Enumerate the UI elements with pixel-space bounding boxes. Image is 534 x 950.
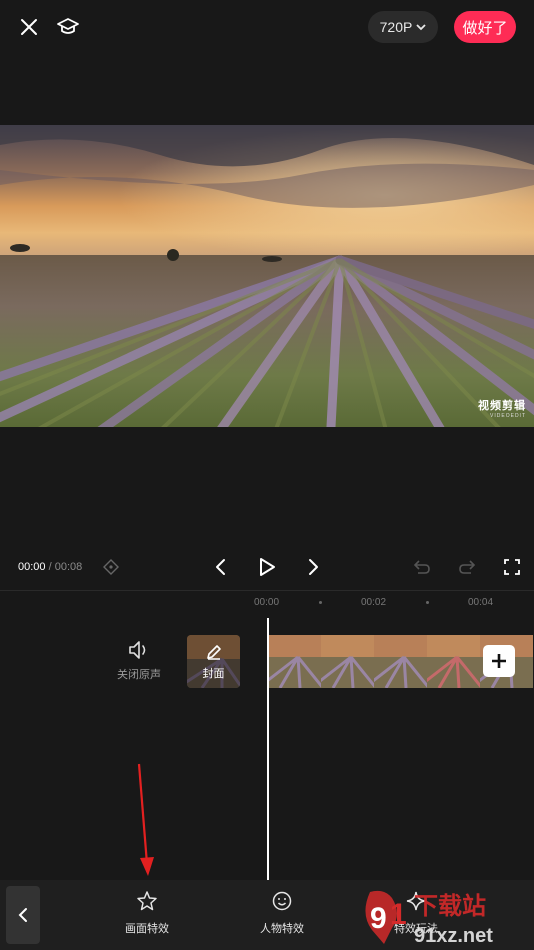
current-time: 00:00 bbox=[18, 561, 46, 573]
playhead[interactable] bbox=[267, 618, 269, 880]
timeline-ruler[interactable]: 00:00 00:02 00:04 bbox=[0, 594, 534, 612]
tool-label: 画面特效 bbox=[125, 922, 169, 935]
cover-button[interactable]: 封面 bbox=[187, 635, 240, 688]
top-bar: 720P 做好了 bbox=[0, 0, 534, 54]
cover-label: 封面 bbox=[202, 666, 225, 680]
undo-icon[interactable] bbox=[410, 555, 434, 579]
ruler-dot bbox=[319, 601, 322, 604]
close-icon[interactable] bbox=[14, 12, 44, 42]
play-icon[interactable] bbox=[254, 555, 280, 579]
site-watermark-bottom: 91xz.net bbox=[414, 925, 493, 947]
graduation-cap-icon[interactable] bbox=[52, 12, 84, 42]
annotation-arrow bbox=[137, 763, 154, 876]
site-watermark: 9 1 下载站 91xz.net bbox=[362, 884, 534, 950]
ruler-dot bbox=[426, 601, 429, 604]
done-button[interactable]: 做好了 bbox=[454, 11, 516, 43]
time-separator: / bbox=[45, 561, 55, 573]
svg-text:1: 1 bbox=[390, 898, 407, 931]
site-watermark-logo: 9 1 下载站 91xz.net bbox=[365, 890, 493, 947]
chevron-down-icon bbox=[416, 23, 426, 30]
video-watermark: 视频剪辑 VIDEOEDIT bbox=[478, 397, 526, 419]
tool-label: 人物特效 bbox=[260, 922, 304, 935]
clip-frame bbox=[427, 635, 480, 688]
preview-image bbox=[0, 125, 534, 427]
prev-frame-icon[interactable] bbox=[208, 555, 232, 579]
clip-frame bbox=[374, 635, 427, 688]
divider bbox=[0, 590, 534, 591]
tool-scene-effects[interactable]: 画面特效 bbox=[107, 890, 187, 936]
video-preview[interactable]: 视频剪辑 VIDEOEDIT bbox=[0, 125, 534, 427]
clip-frame bbox=[321, 635, 374, 688]
clip-frame bbox=[268, 635, 321, 688]
chevron-left-icon bbox=[18, 908, 27, 922]
playback-controls: 00:00 / 00:08 bbox=[0, 552, 534, 582]
time-readout: 00:00 / 00:08 bbox=[18, 561, 82, 573]
watermark-main-text: 视频剪辑 bbox=[478, 399, 526, 412]
ruler-tick-label: 00:04 bbox=[468, 597, 494, 608]
svg-text:9: 9 bbox=[370, 902, 387, 935]
add-clip-button[interactable] bbox=[483, 645, 515, 677]
resolution-label: 720P bbox=[379, 19, 413, 35]
speaker-icon bbox=[129, 641, 146, 659]
redo-icon[interactable] bbox=[455, 555, 479, 579]
resolution-button[interactable]: 720P bbox=[368, 11, 438, 43]
fullscreen-icon[interactable] bbox=[500, 555, 524, 579]
total-time: 00:08 bbox=[54, 561, 83, 573]
mute-original-label: 关闭原声 bbox=[117, 668, 161, 681]
tool-portrait-effects[interactable]: 人物特效 bbox=[242, 890, 322, 936]
watermark-sub-text: VIDEOEDIT bbox=[490, 413, 526, 419]
mute-original-button[interactable]: 关闭原声 bbox=[110, 640, 168, 686]
keyframe-icon[interactable] bbox=[101, 557, 121, 577]
plus-icon bbox=[492, 654, 506, 668]
back-button[interactable] bbox=[6, 886, 40, 944]
sparkle-star-icon bbox=[137, 891, 157, 911]
smiley-icon bbox=[272, 891, 292, 911]
edit-pencil-icon bbox=[206, 644, 221, 660]
ruler-tick-label: 00:02 bbox=[361, 597, 387, 608]
next-frame-icon[interactable] bbox=[302, 555, 326, 579]
ruler-tick-label: 00:00 bbox=[254, 597, 280, 608]
site-watermark-top: 下载站 bbox=[414, 892, 486, 920]
